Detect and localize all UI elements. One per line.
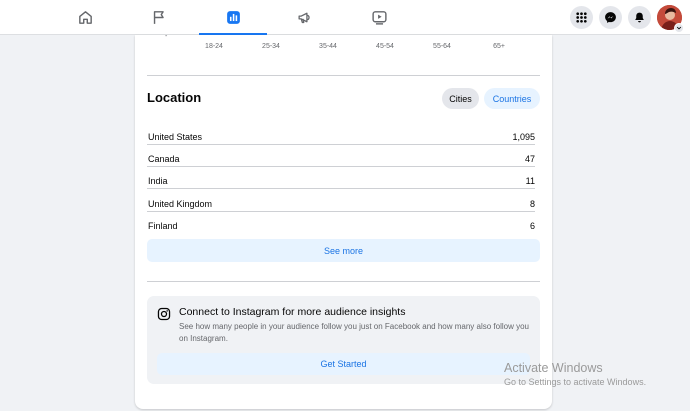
countries-filter-button[interactable]: Countries — [484, 88, 540, 109]
windows-activation-watermark: Activate Windows Go to Settings to activ… — [504, 361, 646, 389]
location-title: Location — [147, 90, 202, 105]
age-chart-axis-stub: - — [165, 33, 168, 40]
location-row: Finland 6 — [147, 218, 535, 234]
get-started-button[interactable]: Get Started — [157, 353, 530, 375]
audience-insights-card: - 18-24 25-34 35-44 45-54 55-64 65+ Loca… — [135, 33, 552, 409]
location-row: India 11 — [147, 173, 535, 189]
notifications-icon — [635, 12, 644, 23]
watermark-title: Activate Windows — [504, 361, 603, 375]
chevron-down-icon — [676, 26, 682, 30]
home-icon — [78, 11, 92, 24]
account-menu-caret[interactable] — [674, 23, 684, 33]
location-name: Canada — [148, 153, 180, 164]
instagram-connect-title: Connect to Instagram for more audience i… — [179, 306, 406, 318]
nav-tab-insights[interactable] — [199, 0, 267, 36]
age-label: 55-64 — [433, 43, 451, 50]
instagram-connect-description: See how many people in your audience fol… — [179, 322, 529, 343]
age-label: 35-44 — [319, 43, 337, 50]
cities-filter-button[interactable]: Cities — [442, 88, 479, 109]
location-name: United Kingdom — [148, 198, 213, 209]
nav-tab-pages[interactable] — [125, 0, 193, 35]
age-label: 25-34 — [262, 43, 280, 50]
location-name: India — [148, 175, 168, 186]
location-count: 11 — [525, 175, 535, 186]
menu-grid-icon — [576, 12, 587, 23]
location-count: 6 — [529, 221, 535, 231]
location-count: 1,095 — [512, 131, 535, 142]
location-name: Finland — [148, 221, 178, 231]
watermark-subtitle: Go to Settings to activate Windows. — [504, 377, 647, 387]
messenger-icon — [605, 12, 616, 23]
instagram-icon — [157, 307, 171, 321]
megaphone-icon — [297, 12, 310, 24]
nav-tab-home[interactable] — [51, 0, 119, 35]
menu-button[interactable] — [570, 6, 593, 29]
section-divider — [147, 281, 540, 282]
notifications-button[interactable] — [628, 6, 651, 29]
age-label: 45-54 — [376, 43, 394, 50]
location-row: United Kingdom 8 — [147, 196, 535, 212]
age-label: 18-24 — [205, 43, 223, 50]
messenger-button[interactable] — [599, 6, 622, 29]
age-chart-x-axis: 18-24 25-34 35-44 45-54 55-64 65+ — [135, 43, 552, 55]
location-row: United States 1,095 — [147, 129, 535, 145]
location-count: 47 — [524, 153, 535, 164]
top-navigation-bar — [0, 0, 690, 36]
section-divider — [147, 75, 540, 76]
instagram-connect-panel: Connect to Instagram for more audience i… — [147, 296, 540, 384]
nav-tab-ads[interactable] — [271, 0, 339, 35]
age-label: 65+ — [493, 43, 505, 50]
flag-icon — [153, 11, 164, 24]
location-name: United States — [148, 131, 203, 142]
location-count: 8 — [529, 198, 535, 209]
video-icon — [371, 11, 387, 25]
location-row: Canada 47 — [147, 151, 535, 167]
see-more-button[interactable]: See more — [147, 239, 540, 262]
insights-icon — [226, 11, 240, 24]
nav-tab-video[interactable] — [345, 0, 413, 35]
